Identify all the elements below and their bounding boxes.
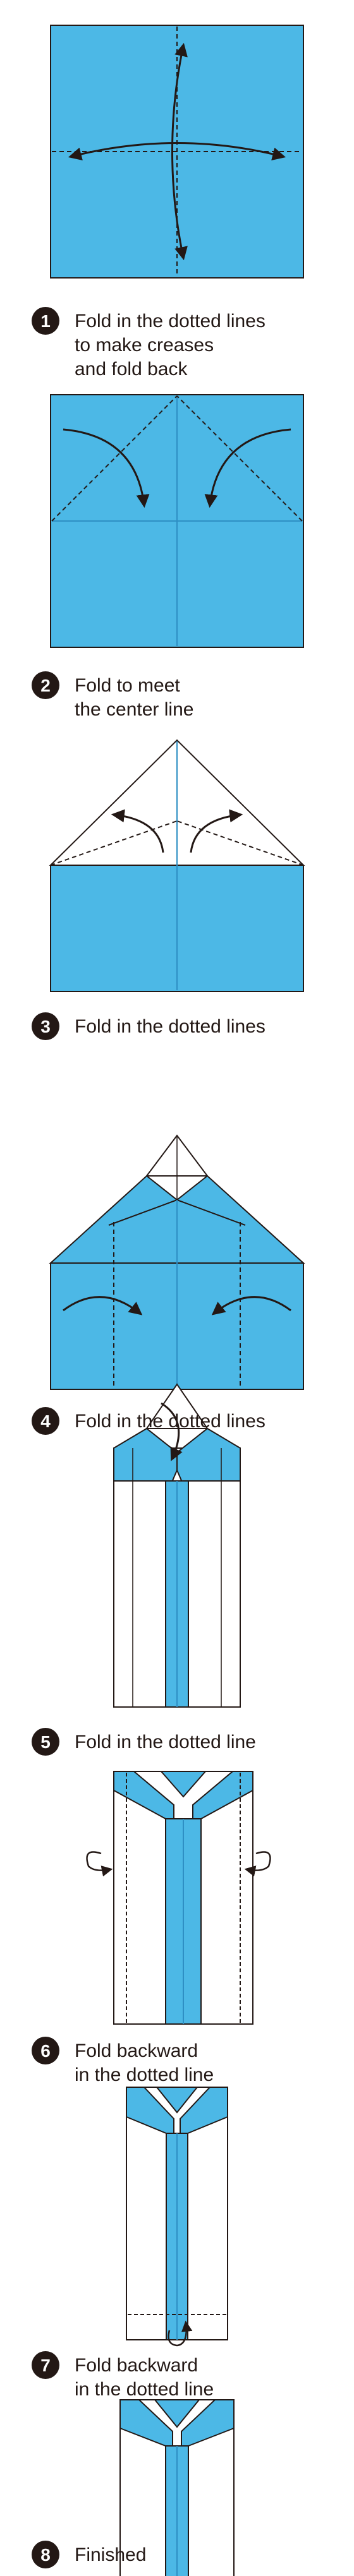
step-4-label: 4 Fold in the dotted lines bbox=[32, 1407, 266, 1435]
step-instruction-line: Fold in the dotted lines bbox=[75, 1016, 266, 1037]
step-7-diagram bbox=[126, 2087, 228, 2347]
step-instruction-line: Fold in the dotted line bbox=[75, 1732, 256, 1752]
step-6-diagram bbox=[86, 1771, 271, 2025]
step-instruction-line: Fold to meet bbox=[75, 675, 180, 696]
step-number: 2 bbox=[40, 676, 51, 695]
step-1-label: 1 Fold in the dotted lines to make creases… bbox=[32, 307, 266, 380]
step-instruction-line: Fold in the dotted lines bbox=[75, 1411, 266, 1432]
backward-arrow-left bbox=[86, 1851, 113, 1877]
step-1-diagram bbox=[50, 25, 304, 279]
blue-right-slope bbox=[176, 1175, 305, 1264]
step-2-label: 2 Fold to meet the center line bbox=[32, 671, 193, 720]
origami-instruction-diagram: 1 Fold in the dotted lines to make creases… bbox=[32, 25, 305, 2576]
step-instruction-line: Finished bbox=[75, 2544, 146, 2565]
step-instruction-line: Fold backward bbox=[75, 2040, 198, 2061]
step-number: 5 bbox=[40, 1732, 51, 1752]
step-instruction-line: Fold backward bbox=[75, 2355, 198, 2376]
step-2-diagram bbox=[50, 394, 304, 648]
step-5-diagram bbox=[113, 1383, 241, 1708]
step-3-diagram bbox=[49, 739, 305, 992]
step-instruction-line: Fold in the dotted lines bbox=[75, 311, 266, 332]
step-number: 6 bbox=[40, 2041, 51, 2061]
step-5-label: 5 Fold in the dotted line bbox=[32, 1728, 256, 1756]
step-instruction-line: to make creases bbox=[75, 335, 214, 356]
step-6-label: 6 Fold backward in the dotted line bbox=[32, 2037, 214, 2085]
step-number: 7 bbox=[40, 2356, 51, 2375]
step-instruction-line: and fold back bbox=[75, 359, 188, 380]
step-8-label: 8 Finished bbox=[32, 2541, 146, 2568]
step-3-label: 3 Fold in the dotted lines bbox=[32, 1012, 266, 1040]
step-number: 8 bbox=[40, 2545, 51, 2565]
step-number: 3 bbox=[40, 1017, 51, 1036]
step-number: 1 bbox=[40, 311, 51, 331]
step-instruction-line: in the dotted line bbox=[75, 2064, 214, 2085]
step-instruction-line: the center line bbox=[75, 699, 193, 720]
blue-left-slope bbox=[49, 1175, 178, 1264]
step-instruction-line: in the dotted line bbox=[75, 2379, 214, 2400]
step-7-label: 7 Fold backward in the dotted line bbox=[32, 2351, 214, 2400]
step-4-diagram bbox=[49, 1134, 305, 1390]
step-number: 4 bbox=[40, 1411, 51, 1431]
